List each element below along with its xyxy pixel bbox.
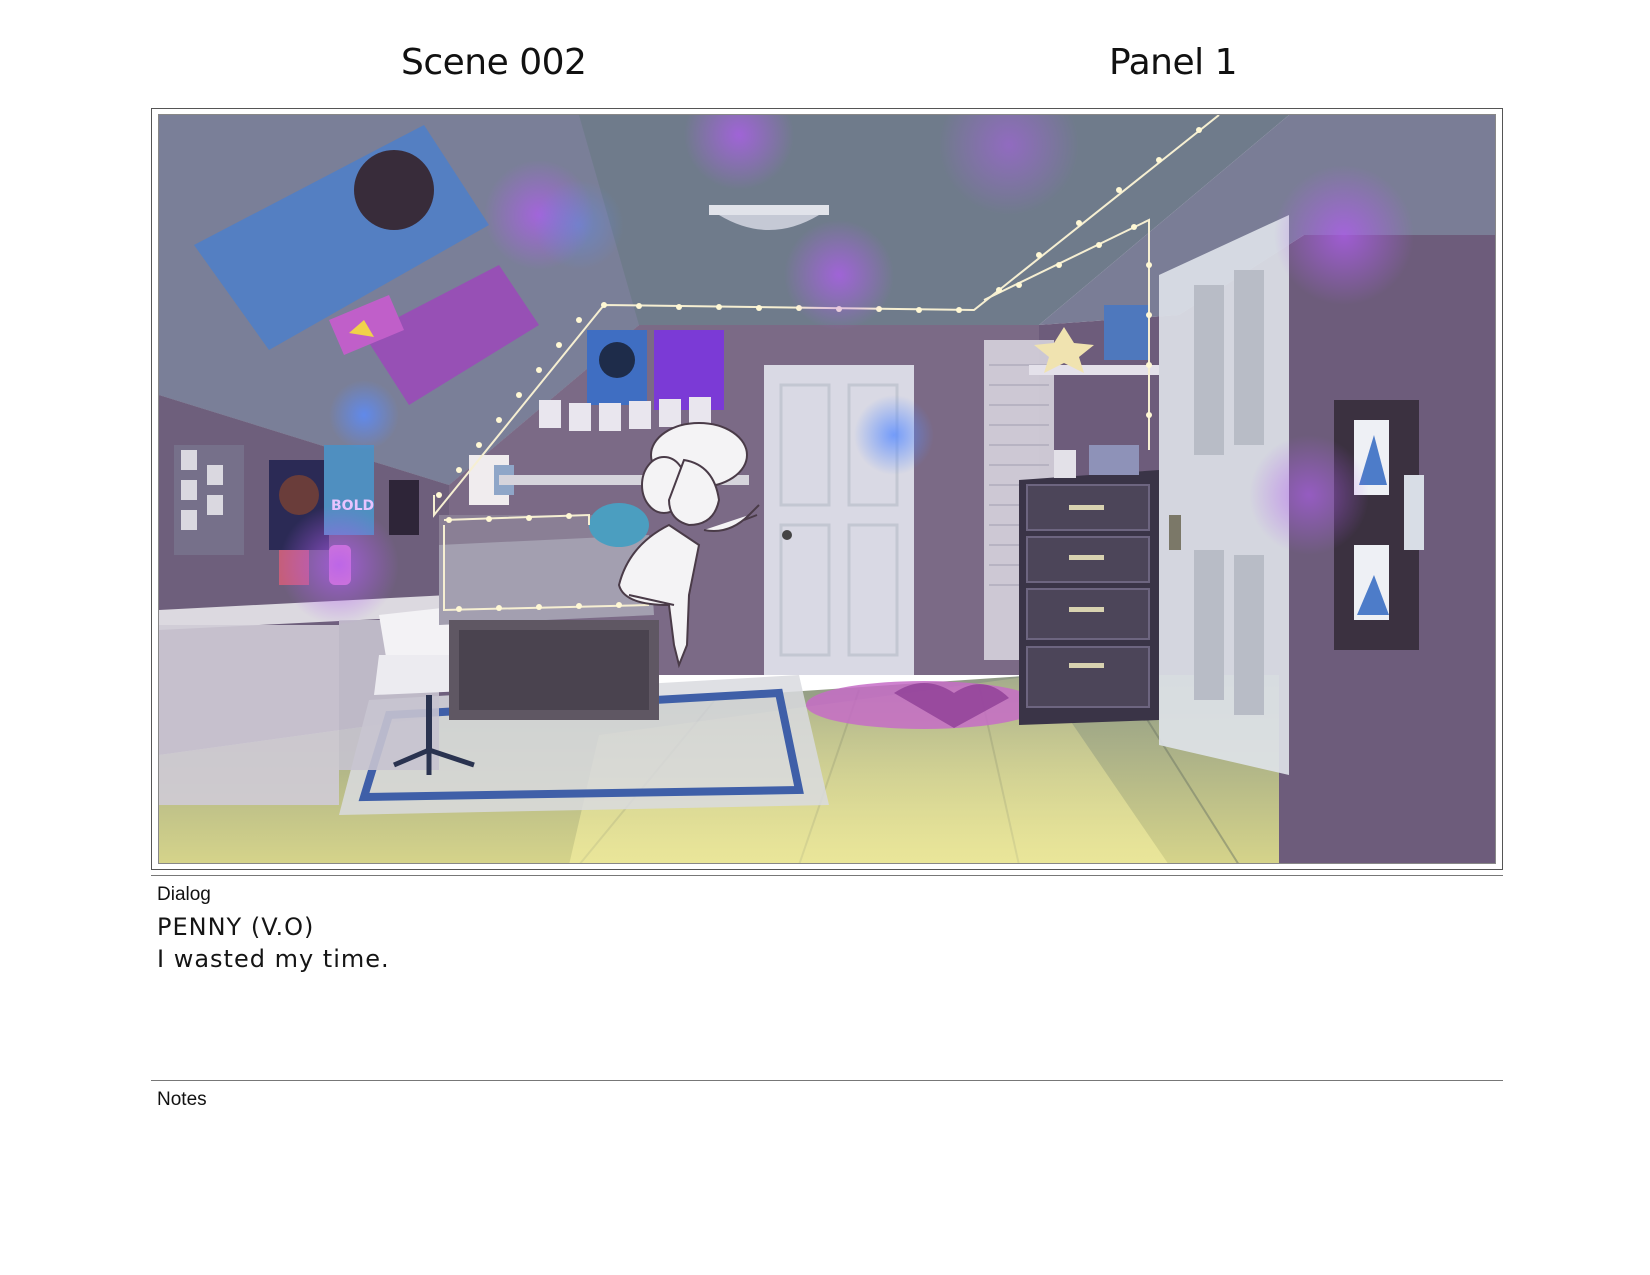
dialog-line: I wasted my time. bbox=[157, 945, 390, 973]
notes-label: Notes bbox=[157, 1089, 207, 1110]
dialog-label: Dialog bbox=[157, 884, 211, 905]
notes-divider bbox=[151, 1080, 1503, 1081]
storyboard-illustration: BOLD bbox=[158, 114, 1496, 864]
scene-number: Scene 002 bbox=[401, 42, 587, 83]
panel-number: Panel 1 bbox=[1109, 42, 1237, 83]
dialog-divider bbox=[151, 875, 1503, 876]
dialog-speaker: PENNY (V.O) bbox=[157, 913, 315, 941]
